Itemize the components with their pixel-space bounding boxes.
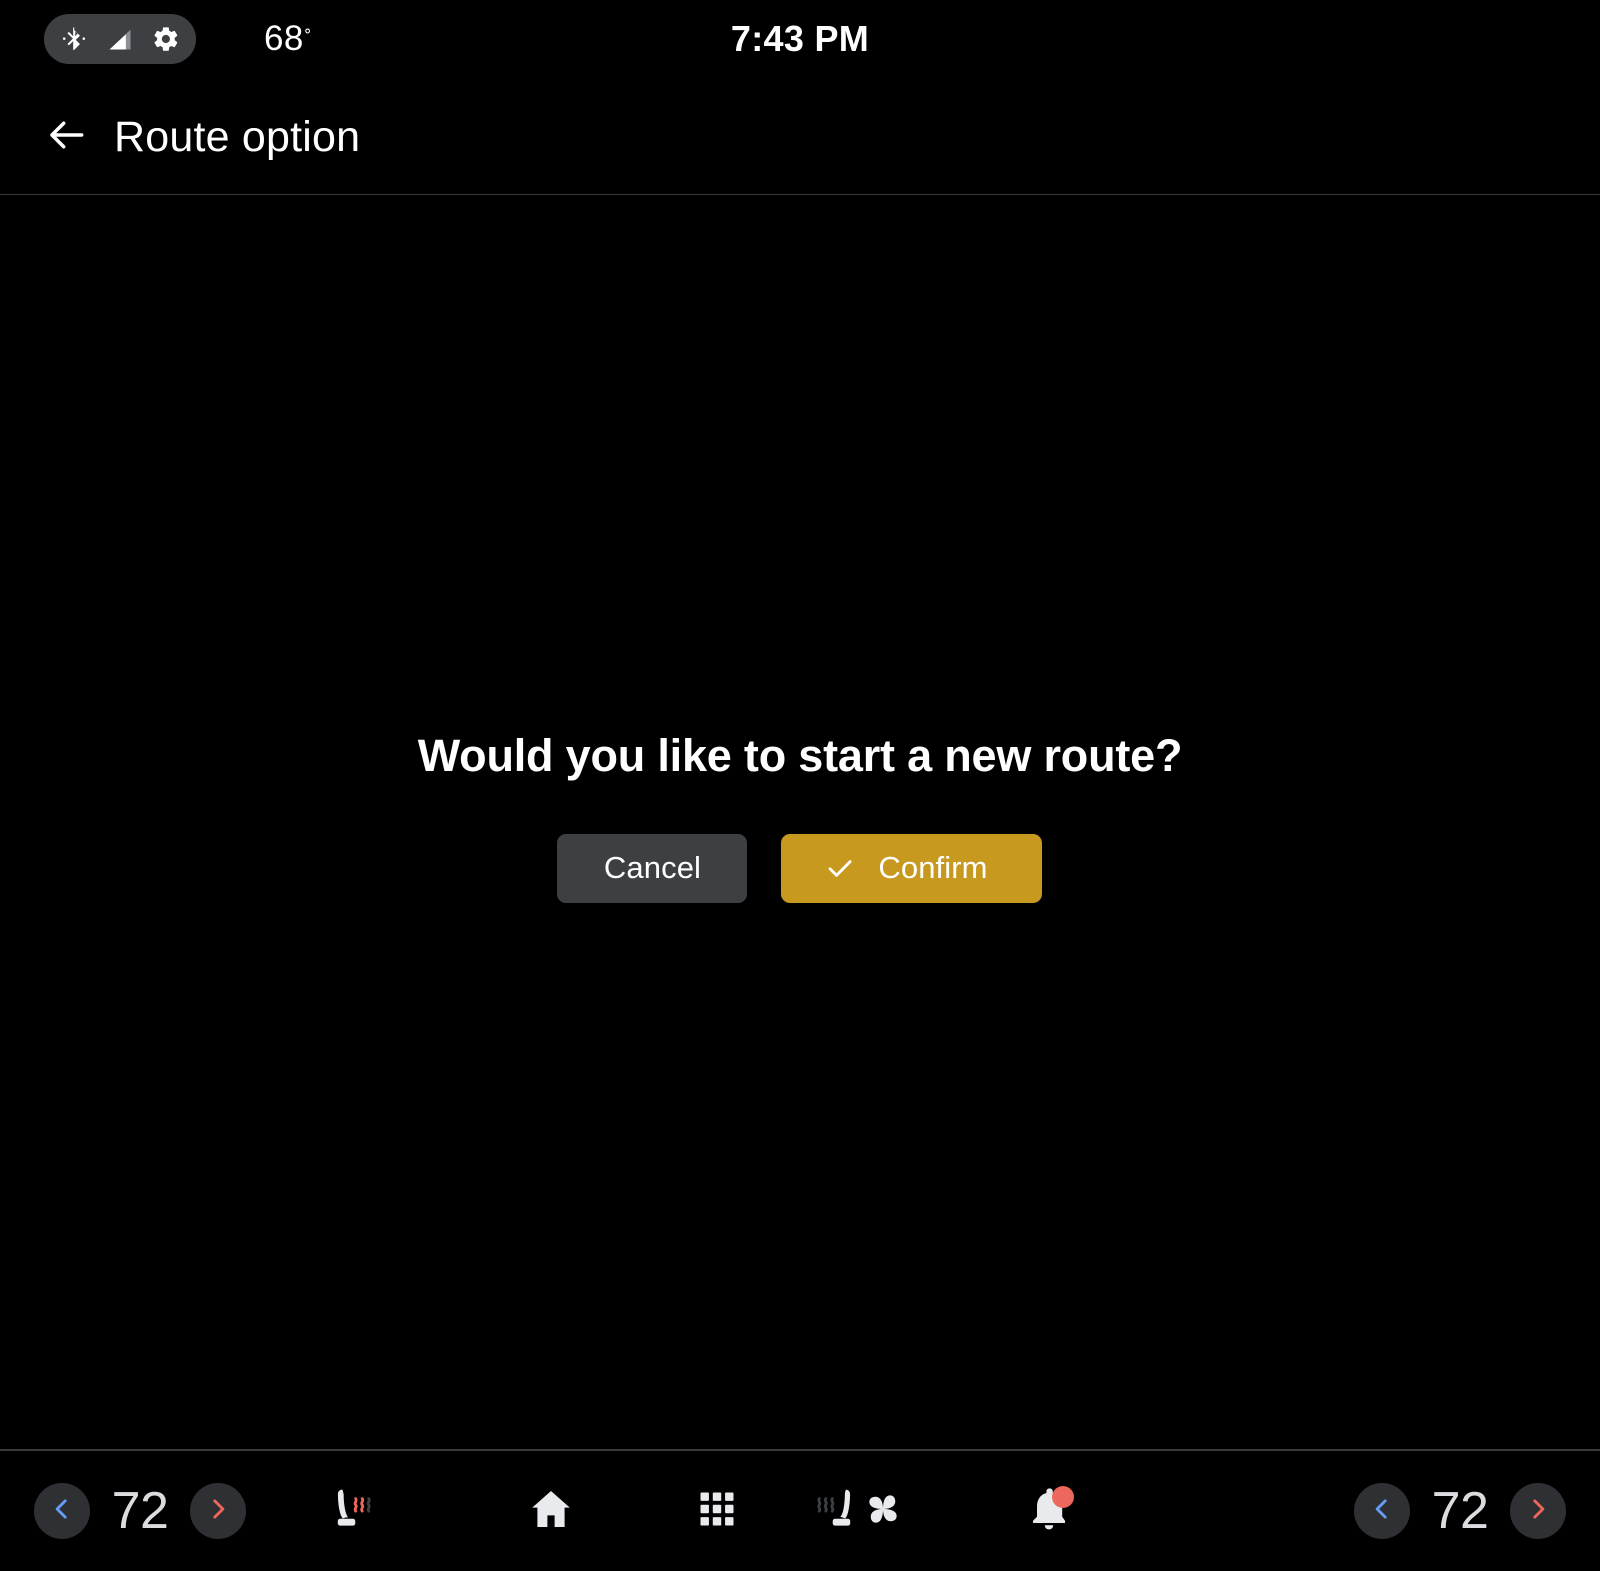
driver-temp-value: 72	[111, 1482, 169, 1540]
chevron-right-icon	[1525, 1496, 1551, 1527]
passenger-temp-increase-button[interactable]	[1510, 1483, 1566, 1539]
cancel-button-label: Cancel	[603, 850, 702, 886]
apps-button[interactable]	[680, 1474, 754, 1548]
driver-climate-control: 72	[34, 1481, 246, 1541]
cancel-button[interactable]: Cancel	[557, 833, 748, 903]
passenger-temp-value: 72	[1431, 1482, 1489, 1540]
back-button[interactable]	[24, 95, 110, 181]
home-icon	[527, 1485, 575, 1538]
back-arrow-icon	[45, 113, 89, 162]
apps-grid-icon	[695, 1487, 739, 1536]
passenger-seat-heater-button[interactable]	[800, 1474, 874, 1548]
dialog-message: Would you like to start a new route?	[417, 730, 1183, 782]
app-bar: Route option	[0, 80, 1600, 195]
confirm-button[interactable]: Confirm	[781, 833, 1043, 903]
content-area: Would you like to start a new route? Can…	[0, 195, 1600, 1449]
chevron-right-icon	[205, 1496, 231, 1527]
check-icon	[824, 852, 856, 884]
driver-seat-heater-button[interactable]	[314, 1474, 388, 1548]
seat-heater-left-icon	[319, 1477, 383, 1546]
passenger-climate-control: 72	[1354, 1481, 1566, 1541]
driver-temp-decrease-button[interactable]	[34, 1483, 90, 1539]
dialog-actions: Cancel Confirm	[557, 833, 1043, 903]
notifications-button[interactable]	[1012, 1474, 1086, 1548]
status-clock: 7:43 PM	[730, 18, 870, 59]
car-screen: 68 ˚ 7:43 PM Route option Would you like …	[0, 0, 1600, 1571]
passenger-temp-decrease-button[interactable]	[1354, 1483, 1410, 1539]
new-route-dialog: Would you like to start a new route? Can…	[0, 195, 1600, 1449]
seat-heater-right-icon	[805, 1477, 869, 1546]
confirm-button-label: Confirm	[878, 850, 988, 886]
chevron-left-icon	[1369, 1496, 1395, 1527]
page-title: Route option	[114, 113, 361, 161]
status-bar: 68 ˚ 7:43 PM	[0, 0, 1600, 80]
driver-temp-increase-button[interactable]	[190, 1483, 246, 1539]
bottom-nav-bar: 72 72	[0, 1451, 1600, 1571]
chevron-left-icon	[49, 1496, 75, 1527]
notification-badge	[1052, 1486, 1074, 1508]
home-button[interactable]	[514, 1474, 588, 1548]
